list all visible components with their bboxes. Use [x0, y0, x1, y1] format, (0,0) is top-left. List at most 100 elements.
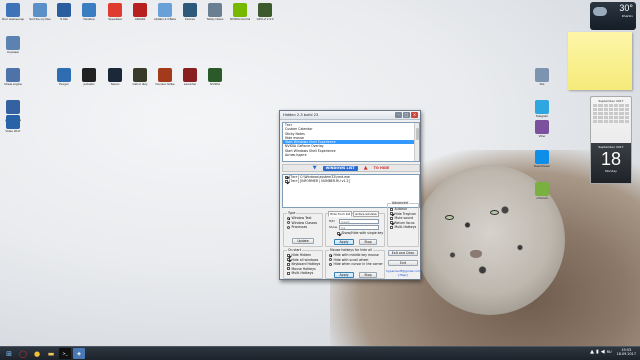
advanced-label: Advanced [391, 201, 409, 205]
exit-button[interactable]: Exit [388, 260, 418, 266]
start-icon[interactable]: ⊞ [3, 348, 15, 359]
desktop-shortcut[interactable]: Call of duty [128, 68, 152, 87]
hide-hotkey-field[interactable]: Insert [339, 219, 379, 224]
desktop-shortcut[interactable]: Sticky Notes [203, 3, 227, 22]
desktop-shortcut[interactable]: File [530, 68, 554, 87]
desktop-shortcut[interactable]: Этот компьютер [1, 3, 25, 22]
single-key-checkbox[interactable] [337, 231, 340, 235]
desktop-shortcut[interactable]: Ресурс [52, 68, 76, 87]
desktop-shortcut[interactable]: GPU-Z 2.3.0 [253, 3, 277, 22]
explorer-icon[interactable]: ▬ [45, 348, 57, 359]
calendar-day: 18 [600, 149, 622, 169]
desktop-shortcut[interactable]: Sort the my files [28, 3, 52, 22]
hidden-app-taskbar-icon[interactable]: ◈ [73, 348, 85, 359]
minimize-button[interactable]: – [395, 112, 402, 118]
desktop-shortcut[interactable]: AIDA64 [128, 3, 152, 22]
checkbox[interactable] [390, 212, 393, 216]
desktop-shortcut-label: TeamViewer [533, 164, 551, 168]
desktop-shortcut[interactable]: Video 2017 [1, 115, 25, 134]
show-hotkey-field[interactable]: Ins [339, 225, 379, 230]
desktop-shortcut[interactable]: Cheat engine [1, 68, 25, 87]
desktop-shortcut[interactable]: NVIDIA Control [228, 3, 252, 22]
clock[interactable]: 19:53 18.09.2017 [617, 348, 636, 356]
radio-button[interactable] [287, 216, 290, 220]
stop-hotkey-button[interactable]: Stop [359, 239, 377, 245]
close-button[interactable]: × [411, 112, 418, 118]
arrow-down-icon[interactable]: ▼ [313, 165, 317, 171]
system-tray: ▲ ▮ ◀ RU 19:53 18.09.2017 [590, 348, 636, 356]
checkbox[interactable] [390, 225, 393, 229]
cmd-icon[interactable]: >_ [59, 348, 71, 359]
apply-mouse-button[interactable]: Apply [334, 272, 354, 278]
checkbox[interactable] [287, 258, 290, 262]
tab-hide-from-list[interactable]: Hide from list [328, 211, 353, 217]
help-link[interactable]: [Help] [386, 273, 420, 277]
hidden-list-item[interactable]: [Тест] [INFORMER | NUMBER.RU v1.2] [283, 179, 419, 183]
radio-button[interactable] [329, 262, 332, 266]
checkbox-option[interactable]: Multi-Hotkeys [390, 225, 416, 230]
checkbox[interactable] [287, 253, 290, 257]
maximize-button[interactable]: □ [403, 112, 410, 118]
exit-and-clear-button[interactable]: Exit and Clear [388, 250, 418, 256]
network-icon[interactable]: ▮ [596, 349, 599, 355]
checkbox-option[interactable]: Multi-Hotkeys [287, 271, 319, 276]
checkbox[interactable] [390, 221, 393, 225]
checkbox[interactable] [287, 271, 290, 275]
desktop-shortcut[interactable]: Desktop [77, 3, 101, 22]
desktop-shortcut[interactable]: S.Info [52, 3, 76, 22]
option-label: Multi-Hotkeys [291, 271, 314, 276]
checkbox[interactable] [390, 207, 393, 211]
calendar-widget[interactable]: September 2017 September 2017 18 Monday [590, 96, 632, 184]
desktop-shortcut[interactable]: Hidden 2.3 Beta [153, 3, 177, 22]
desktop-shortcut[interactable]: Steam [103, 68, 127, 87]
stop-mouse-button[interactable]: Stop [359, 272, 377, 278]
tray-arrow-icon[interactable]: ▲ [590, 349, 594, 355]
desktop-shortcut[interactable]: uTorrent [530, 182, 554, 201]
arrow-up-icon[interactable]: ▲ [364, 165, 368, 171]
option-label: Processes [291, 225, 308, 230]
desktop-shortcut[interactable]: NVIDIA [203, 68, 227, 87]
video-icon [6, 115, 20, 129]
radio-button[interactable] [287, 221, 290, 225]
desktop-shortcut[interactable]: Viber [530, 120, 554, 139]
chrome-icon[interactable]: ● [31, 348, 43, 359]
sticky-note[interactable] [568, 32, 632, 90]
desktop-shortcut[interactable]: Launcher [178, 68, 202, 87]
windows-list-scrollbar[interactable] [414, 123, 419, 161]
telegram-icon [535, 100, 549, 114]
hidden-item-checkbox[interactable] [285, 179, 288, 183]
apply-hotkey-button[interactable]: Apply [334, 239, 354, 245]
windows-list[interactable]: Тест Custom Calendar Sticky Notes Hide mous… [282, 122, 420, 162]
radio-option[interactable]: Processes [287, 225, 319, 230]
desktop-shortcut-label: Cheat engine [4, 82, 22, 86]
volume-icon[interactable]: ◀ [601, 349, 605, 355]
cheat-engine-icon [6, 68, 20, 82]
radio-button[interactable] [329, 258, 332, 262]
windows-list-item[interactable]: Актив.Іздате [283, 153, 419, 157]
checkbox[interactable] [287, 267, 290, 271]
update-button[interactable]: Update [292, 238, 314, 244]
radio-option[interactable]: Hide when cursor in the corner [329, 262, 383, 267]
language-indicator[interactable]: RU [607, 350, 612, 354]
checkbox[interactable] [287, 262, 290, 266]
desktop-shortcut[interactable]: Fences [178, 3, 202, 22]
checkbox[interactable] [390, 216, 393, 220]
desktop-shortcut[interactable]: TeamViewer [530, 150, 554, 169]
option-label: Mute sound [394, 216, 414, 221]
radio-button[interactable] [287, 225, 290, 229]
radio-button[interactable] [329, 253, 332, 257]
tab-active-window[interactable]: Active window [353, 211, 379, 217]
desktop-shortcut[interactable]: jetAudio [77, 68, 101, 87]
speedtest-icon [108, 3, 122, 17]
desktop-shortcut[interactable]: Counter-Strike [153, 68, 177, 87]
window-titlebar[interactable]: Hidden 2.3 build 23 – □ × [280, 111, 420, 120]
weather-widget[interactable]: 30° Kharkiv [590, 2, 636, 30]
desktop-shortcut[interactable]: Корзина [1, 36, 25, 55]
desktop-shortcut[interactable]: Speedtest [103, 3, 127, 22]
hidden-app-window[interactable]: Hidden 2.3 build 23 – □ × Тест Custom Cal… [279, 110, 421, 280]
desktop-shortcut[interactable]: Telegram [530, 100, 554, 119]
hidden-item-checkbox[interactable] [285, 175, 288, 179]
desktop-shortcut-label: NVIDIA Control [229, 17, 251, 21]
opera-icon[interactable]: ◯ [17, 348, 29, 359]
desktop-shortcut-label: Sticky Notes [206, 17, 224, 21]
